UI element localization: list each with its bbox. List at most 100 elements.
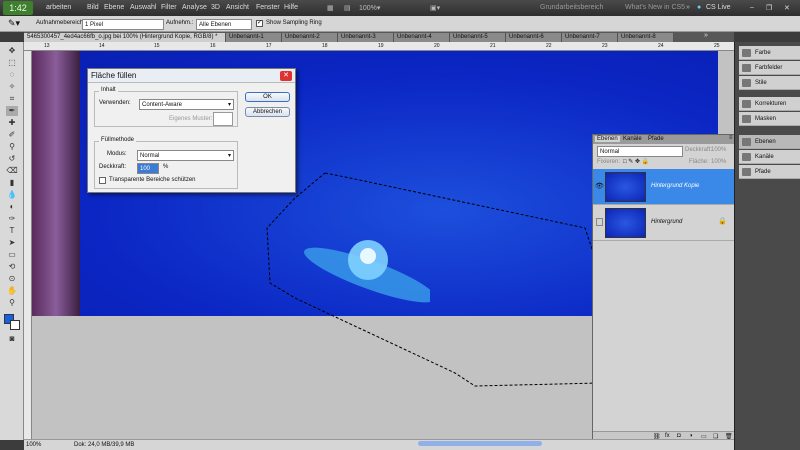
muster-swatch[interactable] — [213, 112, 233, 126]
time-badge: 1:42 — [3, 1, 33, 15]
eyedropper-tool-icon[interactable]: ✎▾ — [8, 18, 20, 29]
dock-masken[interactable]: Masken — [739, 112, 800, 126]
blur-tool-icon[interactable]: 💧 — [6, 190, 18, 200]
fuellmethode-group: Füllmethode Modus: Normal ▾ Deckkraft: 10… — [94, 137, 238, 189]
selection-marquee[interactable] — [255, 168, 625, 390]
background-color-swatch[interactable] — [10, 320, 20, 330]
crop-tool-icon[interactable]: ⌗ — [6, 94, 18, 104]
dock-label: Ebenen — [755, 139, 776, 145]
menu-ansicht[interactable]: Ansicht — [226, 4, 249, 11]
tab-unbenannt-5[interactable]: Unbenannt-5 — [450, 33, 506, 42]
tab-unbenannt-2[interactable]: Unbenannt-2 — [282, 33, 338, 42]
cs-live-button[interactable]: CS Live — [706, 4, 731, 11]
gradient-tool-icon[interactable]: ▮ — [6, 178, 18, 188]
dodge-tool-icon[interactable]: ◐ — [6, 202, 18, 212]
tab-unbenannt-4[interactable]: Unbenannt-4 — [394, 33, 450, 42]
marquee-tool-icon[interactable]: ⬚ — [6, 58, 18, 68]
3d-rotate-tool-icon[interactable]: ⟲ — [6, 262, 18, 272]
quick-mask-icon[interactable]: ◙ — [6, 334, 18, 344]
tab-unbenannt-3[interactable]: Unbenannt-3 — [338, 33, 394, 42]
zoom-level-icon[interactable]: 100%▾ — [359, 4, 380, 12]
close-icon[interactable]: ✕ — [784, 4, 790, 12]
menu-filter[interactable]: Filter — [161, 4, 177, 11]
shape-tool-icon[interactable]: ▭ — [6, 250, 18, 260]
sample-select[interactable]: Alle Ebenen — [196, 19, 252, 30]
sample-size-select[interactable]: 1 Pixel — [82, 19, 164, 30]
color-icon — [742, 49, 751, 57]
minimize-icon[interactable]: – — [750, 4, 754, 11]
horizontal-scrollbar[interactable] — [418, 441, 542, 446]
zoom-readout[interactable]: 100% — [26, 442, 41, 448]
clone-stamp-tool-icon[interactable]: ⚲ — [6, 142, 18, 152]
workspace-more-icon[interactable]: » — [686, 4, 690, 11]
eye-icon[interactable]: 👁 — [595, 182, 604, 190]
visibility-box[interactable] — [596, 218, 603, 226]
workspace-grundarbeitsbereich[interactable]: Grundarbeitsbereich — [540, 4, 603, 11]
lasso-tool-icon[interactable]: ◌ — [6, 70, 18, 80]
ok-button[interactable]: OK — [245, 92, 290, 102]
opacity-label: Deckkraft: — [685, 147, 713, 153]
menu-analyse[interactable]: Analyse — [182, 4, 207, 11]
tabs-overflow-icon[interactable]: » — [704, 32, 708, 39]
zoom-tool-icon[interactable]: ⚲ — [6, 298, 18, 308]
layer-name[interactable]: Hintergrund — [651, 219, 682, 225]
3d-orbit-tool-icon[interactable]: ⊙ — [6, 274, 18, 284]
grid-icon[interactable]: ▤ — [344, 4, 351, 12]
layer-row-hintergrund-kopie[interactable]: 👁 Hintergrund Kopie — [593, 169, 740, 205]
tab-ebenen[interactable]: Ebenen — [595, 136, 620, 142]
menu-auswahl[interactable]: Auswahl — [130, 4, 156, 11]
toolbox: ✥ ⬚ ◌ ✧ ⌗ ✒ ✚ ✐ ⚲ ↺ ⌫ ▮ 💧 ◐ ✑ T ➤ ▭ ⟲ ⊙ … — [0, 42, 24, 440]
mini-bridge-icon[interactable]: ▦ — [327, 4, 334, 12]
brush-tool-icon[interactable]: ✐ — [6, 130, 18, 140]
dock-pfade[interactable]: Pfade — [739, 165, 800, 179]
dock-kanaele[interactable]: Kanäle — [739, 150, 800, 164]
workspace-whats-new[interactable]: What's New in CS5 — [625, 4, 685, 11]
quick-select-tool-icon[interactable]: ✧ — [6, 82, 18, 92]
menu-hilfe[interactable]: Hilfe — [284, 4, 298, 11]
sampling-ring-checkbox[interactable]: ✓ — [256, 20, 263, 27]
verwenden-select[interactable]: Content-Aware ▾ — [139, 99, 234, 110]
deckkraft-input[interactable]: 100 — [137, 163, 159, 174]
menu-3d[interactable]: 3D — [211, 4, 220, 11]
dock-stile[interactable]: Stile — [739, 76, 800, 90]
type-tool-icon[interactable]: T — [6, 226, 18, 236]
pen-tool-icon[interactable]: ✑ — [6, 214, 18, 224]
arrange-icon[interactable]: ▣▾ — [430, 4, 440, 12]
menu-fenster[interactable]: Fenster — [256, 4, 280, 11]
tab-kanaele[interactable]: Kanäle — [623, 136, 642, 142]
tab-unbenannt-7[interactable]: Unbenannt-7 — [562, 33, 618, 42]
fill-value[interactable]: 100% — [711, 159, 726, 165]
eyedropper-tool-icon[interactable]: ✒ — [6, 106, 18, 116]
dock-korrekturen[interactable]: Korrekturen — [739, 97, 800, 111]
transparent-checkbox[interactable] — [99, 177, 106, 184]
tab-pfade[interactable]: Pfade — [648, 136, 664, 142]
tab-unbenannt-1[interactable]: Unbenannt-1 — [226, 33, 282, 42]
hand-tool-icon[interactable]: ✋ — [6, 286, 18, 296]
layer-name[interactable]: Hintergrund Kopie — [651, 183, 699, 189]
tab-unbenannt-8[interactable]: Unbenannt-8 — [618, 33, 674, 42]
opacity-value[interactable]: 100% — [711, 147, 726, 153]
dock-ebenen[interactable]: Ebenen — [739, 135, 800, 149]
modus-select[interactable]: Normal ▾ — [137, 150, 234, 161]
panel-menu-icon[interactable]: ≡ — [729, 135, 733, 141]
blend-mode-select[interactable]: Normal — [597, 146, 683, 157]
path-select-tool-icon[interactable]: ➤ — [6, 238, 18, 248]
lock-icons[interactable]: □ ✎ ✥ 🔒 — [623, 158, 649, 165]
tab-document-main[interactable]: 5465300457_4ed4ac66fb_o.jpg bei 100% (Hi… — [24, 33, 226, 42]
menu-bild[interactable]: Bild — [87, 4, 99, 11]
layer-row-hintergrund[interactable]: Hintergrund 🔒 — [593, 205, 740, 241]
restore-icon[interactable]: ❐ — [766, 4, 772, 12]
tab-unbenannt-6[interactable]: Unbenannt-6 — [506, 33, 562, 42]
dock-farbe[interactable]: Farbe — [739, 46, 800, 60]
dialog-close-icon[interactable]: ✕ — [280, 71, 292, 81]
abbrechen-button[interactable]: Abbrechen — [245, 107, 290, 117]
modus-value: Normal — [140, 153, 160, 159]
history-brush-tool-icon[interactable]: ↺ — [6, 154, 18, 164]
dock-farbfelder[interactable]: Farbfelder — [739, 61, 800, 75]
dock-label: Stile — [755, 80, 767, 86]
menu-ebene[interactable]: Ebene — [104, 4, 124, 11]
move-tool-icon[interactable]: ✥ — [6, 46, 18, 56]
menu-bearbeiten[interactable]: arbeiten — [46, 4, 71, 11]
eraser-tool-icon[interactable]: ⌫ — [6, 166, 18, 176]
healing-brush-tool-icon[interactable]: ✚ — [6, 118, 18, 128]
